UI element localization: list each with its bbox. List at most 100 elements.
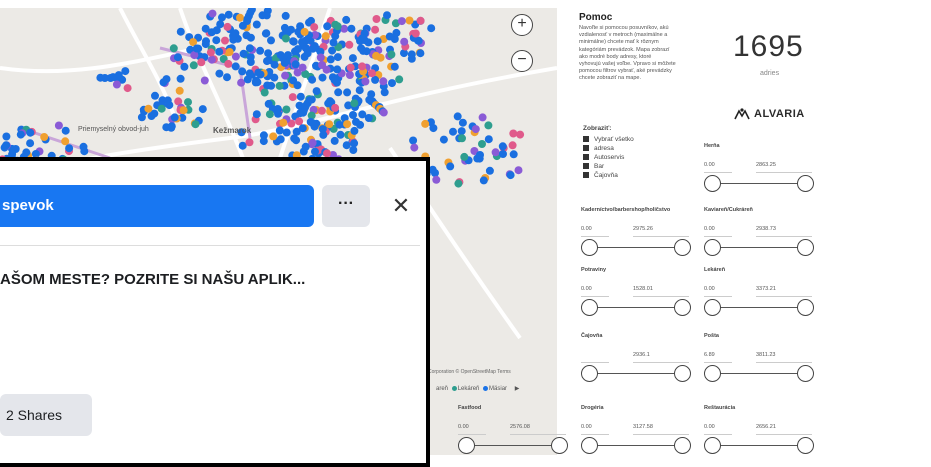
address-dot[interactable]	[180, 62, 189, 71]
address-dot[interactable]	[212, 36, 221, 45]
address-dot[interactable]	[343, 88, 352, 97]
address-dot[interactable]	[224, 59, 233, 68]
address-dot[interactable]	[346, 63, 355, 72]
address-dot[interactable]	[333, 53, 342, 62]
address-dot[interactable]	[176, 27, 185, 36]
address-dot[interactable]	[358, 110, 367, 119]
address-dot[interactable]	[246, 33, 255, 42]
address-dot[interactable]	[360, 36, 369, 45]
address-dot[interactable]	[26, 128, 35, 137]
address-dot[interactable]	[260, 88, 269, 97]
address-dot[interactable]	[316, 53, 325, 62]
address-dot[interactable]	[200, 76, 209, 85]
address-dot[interactable]	[350, 126, 359, 135]
slider-min-handle[interactable]	[581, 299, 598, 316]
address-dot[interactable]	[333, 78, 341, 87]
address-dot[interactable]	[207, 55, 216, 64]
address-dot[interactable]	[243, 75, 252, 84]
address-dot[interactable]	[454, 179, 463, 188]
address-dot[interactable]	[245, 44, 254, 53]
address-dot[interactable]	[159, 78, 168, 87]
distance-slider[interactable]: Herňa 0.00 2863.25	[704, 143, 814, 198]
address-dot[interactable]	[355, 86, 364, 95]
slider-max-input[interactable]: 2576.08	[510, 421, 566, 435]
address-dot[interactable]	[478, 113, 487, 122]
address-dot[interactable]	[323, 22, 332, 31]
address-dot[interactable]	[460, 152, 469, 161]
address-dot[interactable]	[223, 73, 231, 82]
address-dot[interactable]	[231, 62, 240, 71]
address-dot[interactable]	[65, 144, 74, 153]
address-dot[interactable]	[380, 88, 389, 97]
zoom-out-button[interactable]: −	[511, 50, 533, 72]
address-dot[interactable]	[405, 16, 414, 25]
slider-track[interactable]	[466, 445, 560, 446]
address-dot[interactable]	[312, 87, 321, 96]
address-dot[interactable]	[409, 136, 418, 145]
slider-min-handle[interactable]	[458, 437, 475, 454]
address-dot[interactable]	[333, 22, 342, 31]
address-dot[interactable]	[347, 24, 356, 33]
address-dot[interactable]	[308, 138, 317, 147]
address-dot[interactable]	[387, 50, 396, 59]
slider-max-handle[interactable]	[674, 239, 691, 256]
address-dot[interactable]	[176, 74, 185, 83]
slider-min-input[interactable]: 6.89	[704, 349, 732, 363]
address-dot[interactable]	[301, 101, 310, 110]
address-dot[interactable]	[491, 148, 500, 157]
address-dot[interactable]	[484, 121, 493, 130]
address-dot[interactable]	[179, 106, 188, 115]
address-dot[interactable]	[325, 120, 334, 129]
address-dot[interactable]	[243, 15, 252, 23]
slider-max-input[interactable]: 1528.01	[633, 283, 689, 297]
address-dot[interactable]	[252, 20, 261, 29]
slider-min-handle[interactable]	[581, 239, 598, 256]
slider-max-input[interactable]: 3811.23	[756, 349, 812, 363]
checkbox-checked-icon[interactable]	[583, 172, 589, 179]
address-dot[interactable]	[331, 103, 340, 112]
address-dot[interactable]	[499, 150, 507, 158]
address-dot[interactable]	[371, 25, 380, 34]
slider-max-input[interactable]: 2938.73	[756, 223, 812, 237]
slider-min-handle[interactable]	[704, 175, 721, 192]
address-dot[interactable]	[478, 140, 486, 148]
address-dot[interactable]	[264, 49, 273, 58]
address-dot[interactable]	[16, 130, 25, 139]
address-dot[interactable]	[367, 90, 376, 99]
address-dot[interactable]	[348, 54, 357, 63]
address-dot[interactable]	[212, 26, 221, 35]
address-dot[interactable]	[400, 37, 409, 46]
address-dot[interactable]	[296, 92, 305, 101]
address-dot[interactable]	[322, 65, 331, 74]
address-dot[interactable]	[298, 38, 306, 47]
checkbox-checked-icon[interactable]	[583, 154, 589, 161]
address-dot[interactable]	[390, 62, 399, 71]
post-title[interactable]: AŠOM MESTE? POZRITE SI NAŠU APLIK...	[0, 271, 305, 288]
address-dot[interactable]	[342, 141, 351, 150]
address-dot[interactable]	[79, 142, 88, 151]
address-dot[interactable]	[263, 81, 272, 90]
distance-slider[interactable]: Pošta 6.89 3811.23	[704, 333, 814, 388]
address-dot[interactable]	[330, 136, 339, 145]
address-dot[interactable]	[224, 10, 233, 19]
slider-min-handle[interactable]	[581, 365, 598, 382]
address-dot[interactable]	[516, 130, 525, 139]
address-dot[interactable]	[175, 86, 184, 95]
close-icon[interactable]: ✕	[384, 189, 418, 223]
slider-min-input[interactable]: 0.00	[704, 223, 732, 237]
address-dot[interactable]	[246, 58, 255, 66]
address-dot[interactable]	[383, 11, 391, 20]
category-checkbox[interactable]: Bar	[583, 162, 634, 171]
address-dot[interactable]	[335, 120, 344, 129]
address-dot[interactable]	[61, 137, 70, 146]
shares-button[interactable]: 2 Shares	[0, 394, 92, 436]
address-dot[interactable]	[252, 110, 261, 119]
address-dot[interactable]	[479, 176, 488, 185]
address-dot[interactable]	[345, 40, 354, 49]
slider-max-input[interactable]: 2936.1	[633, 349, 689, 363]
address-dot[interactable]	[170, 113, 179, 122]
address-dot[interactable]	[256, 46, 265, 55]
distance-slider[interactable]: Čajovňa 2936.1	[581, 333, 691, 388]
address-dot[interactable]	[295, 117, 304, 126]
slider-max-handle[interactable]	[797, 437, 814, 454]
